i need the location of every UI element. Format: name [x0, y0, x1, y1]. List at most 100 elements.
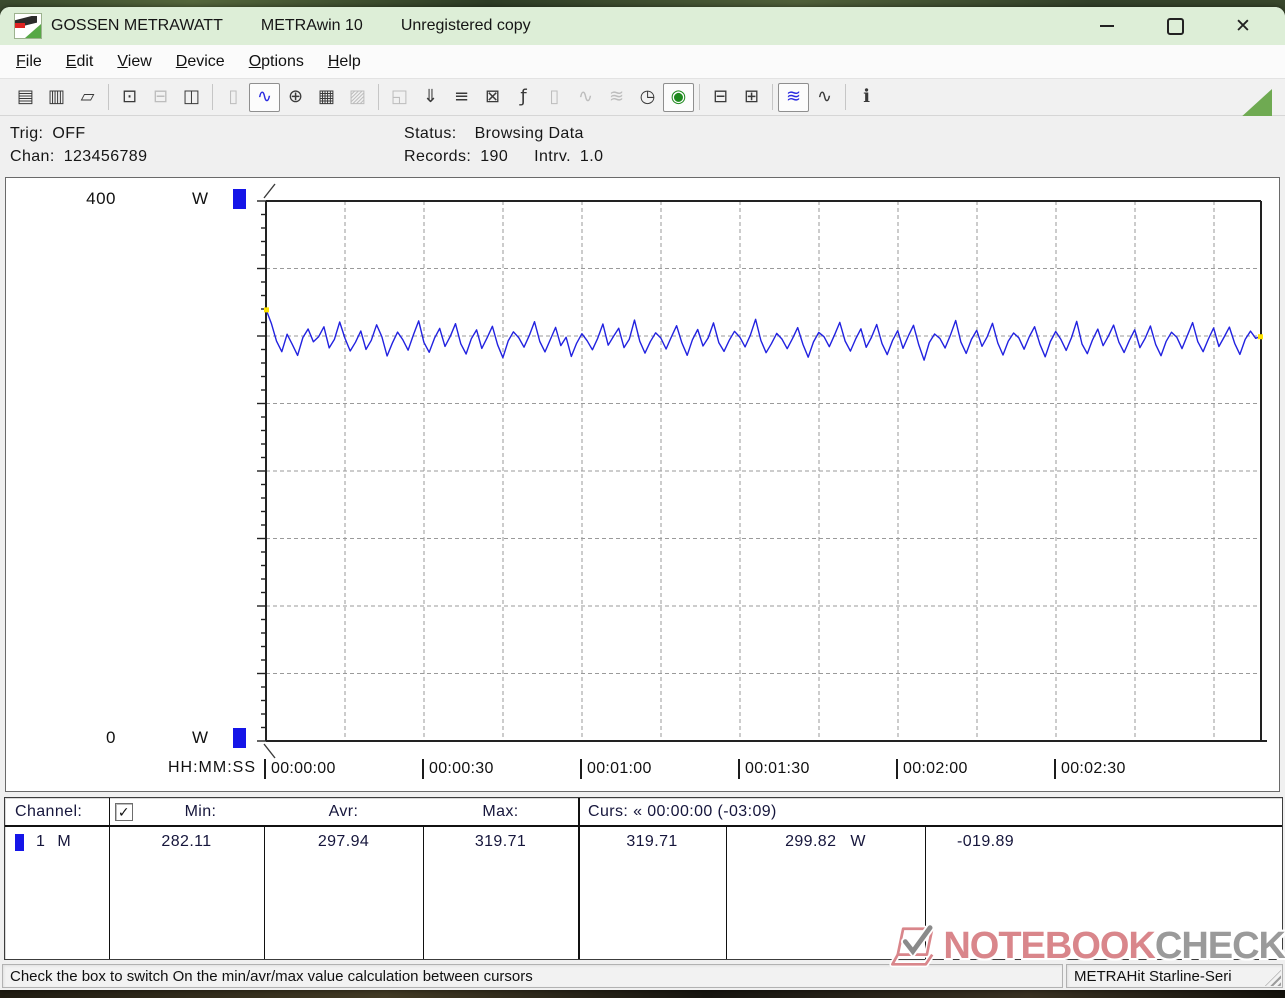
channel1-marker-bottom[interactable]	[233, 728, 246, 748]
max-value: 319.71	[423, 831, 578, 853]
menu-help[interactable]: Help	[316, 53, 373, 71]
pulse-wave-icon: ≋	[609, 88, 624, 106]
toolbar-separator	[845, 84, 846, 110]
avr-value: 297.94	[264, 831, 423, 853]
status-panel: Trig: OFF Chan: 123456789 Status: Browsi…	[0, 116, 1285, 174]
formula-fx-icon: ƒ	[520, 88, 526, 106]
print-preview-button[interactable]: ⊟	[705, 83, 736, 112]
window-controls: ✕	[1073, 9, 1277, 43]
menu-options[interactable]: Options	[237, 53, 316, 71]
cursor-delta-value: -019.89	[957, 831, 1157, 853]
menu-device[interactable]: Device	[164, 53, 237, 71]
line-chart-icon: ∿	[257, 88, 272, 106]
toolbar-group-views: ▯ ∿ ⊕ ▦ ▨	[218, 83, 373, 112]
zoom-time-button[interactable]: ≋	[778, 83, 809, 112]
device-panel-button[interactable]: ▯	[539, 83, 570, 112]
summary-table: Channel: ✓ Min: Avr: Max: Curs: « 00:00:…	[4, 797, 1283, 960]
time-settings-button[interactable]: ◷	[632, 83, 663, 112]
open-file-button[interactable]: ▱	[72, 83, 103, 112]
device-write-icon: ⊟	[153, 88, 168, 106]
cursor1-value: 319.71	[578, 831, 726, 853]
yt-chart-button[interactable]: ∿	[249, 83, 280, 112]
write-device-button[interactable]: ⊟	[145, 83, 176, 112]
menu-file[interactable]: File	[4, 53, 54, 71]
crosshair-scope-icon: ⊕	[288, 88, 303, 106]
close-button[interactable]: ✕	[1209, 9, 1277, 43]
tooltip-button[interactable]: ℹ	[851, 83, 882, 112]
table-header-divider	[5, 825, 1282, 827]
export-window-button[interactable]: ◱	[384, 83, 415, 112]
status-value: Browsing Data	[475, 125, 584, 143]
minmax-checkbox[interactable]: ✓	[115, 803, 133, 821]
histogram-button[interactable]: ▨	[342, 83, 373, 112]
channel1-marker-top[interactable]	[233, 189, 246, 209]
x-tick-mark	[1054, 759, 1056, 779]
chart-panel: 400 W 0 W HH:MM:SS 00:00:00 00:00:30 00:…	[5, 177, 1280, 792]
app-name: GOSSEN METRAWATT	[51, 17, 223, 35]
toolbar: ▤ ▥ ▱ ⊡ ⊟ ◫ ▯ ∿ ⊕ ▦ ▨ ◱ ⇓	[0, 79, 1285, 116]
menubar: File Edit View Device Options Help	[0, 45, 1285, 79]
channel1-color-marker	[15, 834, 24, 851]
maximize-button[interactable]	[1141, 9, 1209, 43]
save-file-button[interactable]: ▥	[41, 83, 72, 112]
store-data-button[interactable]: ⇓	[415, 83, 446, 112]
device-panel-icon: ▯	[550, 88, 560, 106]
x-tick-mark	[264, 759, 266, 779]
chart-plot[interactable]	[6, 178, 1277, 789]
x-axis-label: 00:00:30	[422, 756, 494, 782]
read-device-button[interactable]: ⊡	[114, 83, 145, 112]
y-min-label: 0	[68, 728, 116, 748]
table-view-button[interactable]: ▦	[311, 83, 342, 112]
monitor-button[interactable]: ⊠	[477, 83, 508, 112]
x-axis-label: 00:01:00	[580, 756, 652, 782]
memory-read-icon: ◫	[183, 88, 200, 106]
numeric-display-icon: ▯	[229, 88, 239, 106]
xy-chart-button[interactable]: ⊕	[280, 83, 311, 112]
green-triangle-decoration	[1239, 89, 1272, 119]
x-tick-mark	[580, 759, 582, 779]
resize-grip[interactable]	[1265, 970, 1281, 986]
printer-chart-icon: ⊟	[713, 88, 728, 106]
pulse-wave-button[interactable]: ≋	[601, 83, 632, 112]
toolbar-group-file: ▤ ▥ ▱	[10, 83, 103, 112]
y-axis-top-labels: 400 W	[68, 189, 246, 209]
titlebar[interactable]: GOSSEN METRAWATT METRAwin 10 Unregistere…	[0, 7, 1285, 45]
open-folder-icon: ▱	[81, 88, 95, 106]
cursor2-value: 299.82	[785, 833, 836, 851]
monitor-wave-icon: ⊠	[485, 88, 500, 106]
app-icon	[14, 13, 42, 39]
numeric-display-button[interactable]: ▯	[218, 83, 249, 112]
chan-value: 123456789	[64, 148, 148, 166]
toolbar-separator	[212, 84, 213, 110]
export-file-button[interactable]: ▤	[10, 83, 41, 112]
table-vline	[109, 798, 110, 959]
toolbar-group-help: ℹ	[851, 83, 882, 112]
stopwatch-button[interactable]: ◉	[663, 83, 694, 112]
print-button[interactable]: ⊞	[736, 83, 767, 112]
menu-view[interactable]: View	[105, 53, 163, 71]
analog-wave-button[interactable]: ∿	[570, 83, 601, 112]
y-axis-bottom-labels: 0 W	[68, 728, 246, 748]
y-max-label: 400	[68, 189, 116, 209]
y-unit-bottom: W	[192, 728, 209, 748]
minimize-button[interactable]	[1073, 9, 1141, 43]
channel-setup-button[interactable]: ≡	[446, 83, 477, 112]
minmax-checkbox-wrap: ✓	[115, 798, 137, 825]
zoom-cursor-button[interactable]: ∿	[809, 83, 840, 112]
read-memory-button[interactable]: ◫	[176, 83, 207, 112]
toolbar-group-zoom: ≋ ∿	[778, 83, 840, 112]
device-model: METRAHit Starline-Seri	[1074, 968, 1232, 985]
wave-magnifier-icon: ∿	[817, 88, 832, 106]
desktop-background: GOSSEN METRAWATT METRAwin 10 Unregistere…	[0, 0, 1285, 998]
menu-edit[interactable]: Edit	[54, 53, 106, 71]
cursor2-value-wrap: 299.82 W	[726, 831, 925, 853]
clock-icon: ◷	[640, 88, 656, 106]
toolbar-group-tools: ◱ ⇓ ≡ ⊠ ƒ ▯ ∿ ≋ ◷ ◉	[384, 83, 694, 112]
channel-row-label: 1 M	[15, 831, 105, 853]
x-tick-mark	[896, 759, 898, 779]
table-vline	[925, 827, 926, 959]
cursor2-unit: W	[850, 833, 866, 851]
channel-mode: M	[57, 833, 71, 851]
formula-button[interactable]: ƒ	[508, 83, 539, 112]
product-name: METRAwin 10	[261, 17, 363, 35]
